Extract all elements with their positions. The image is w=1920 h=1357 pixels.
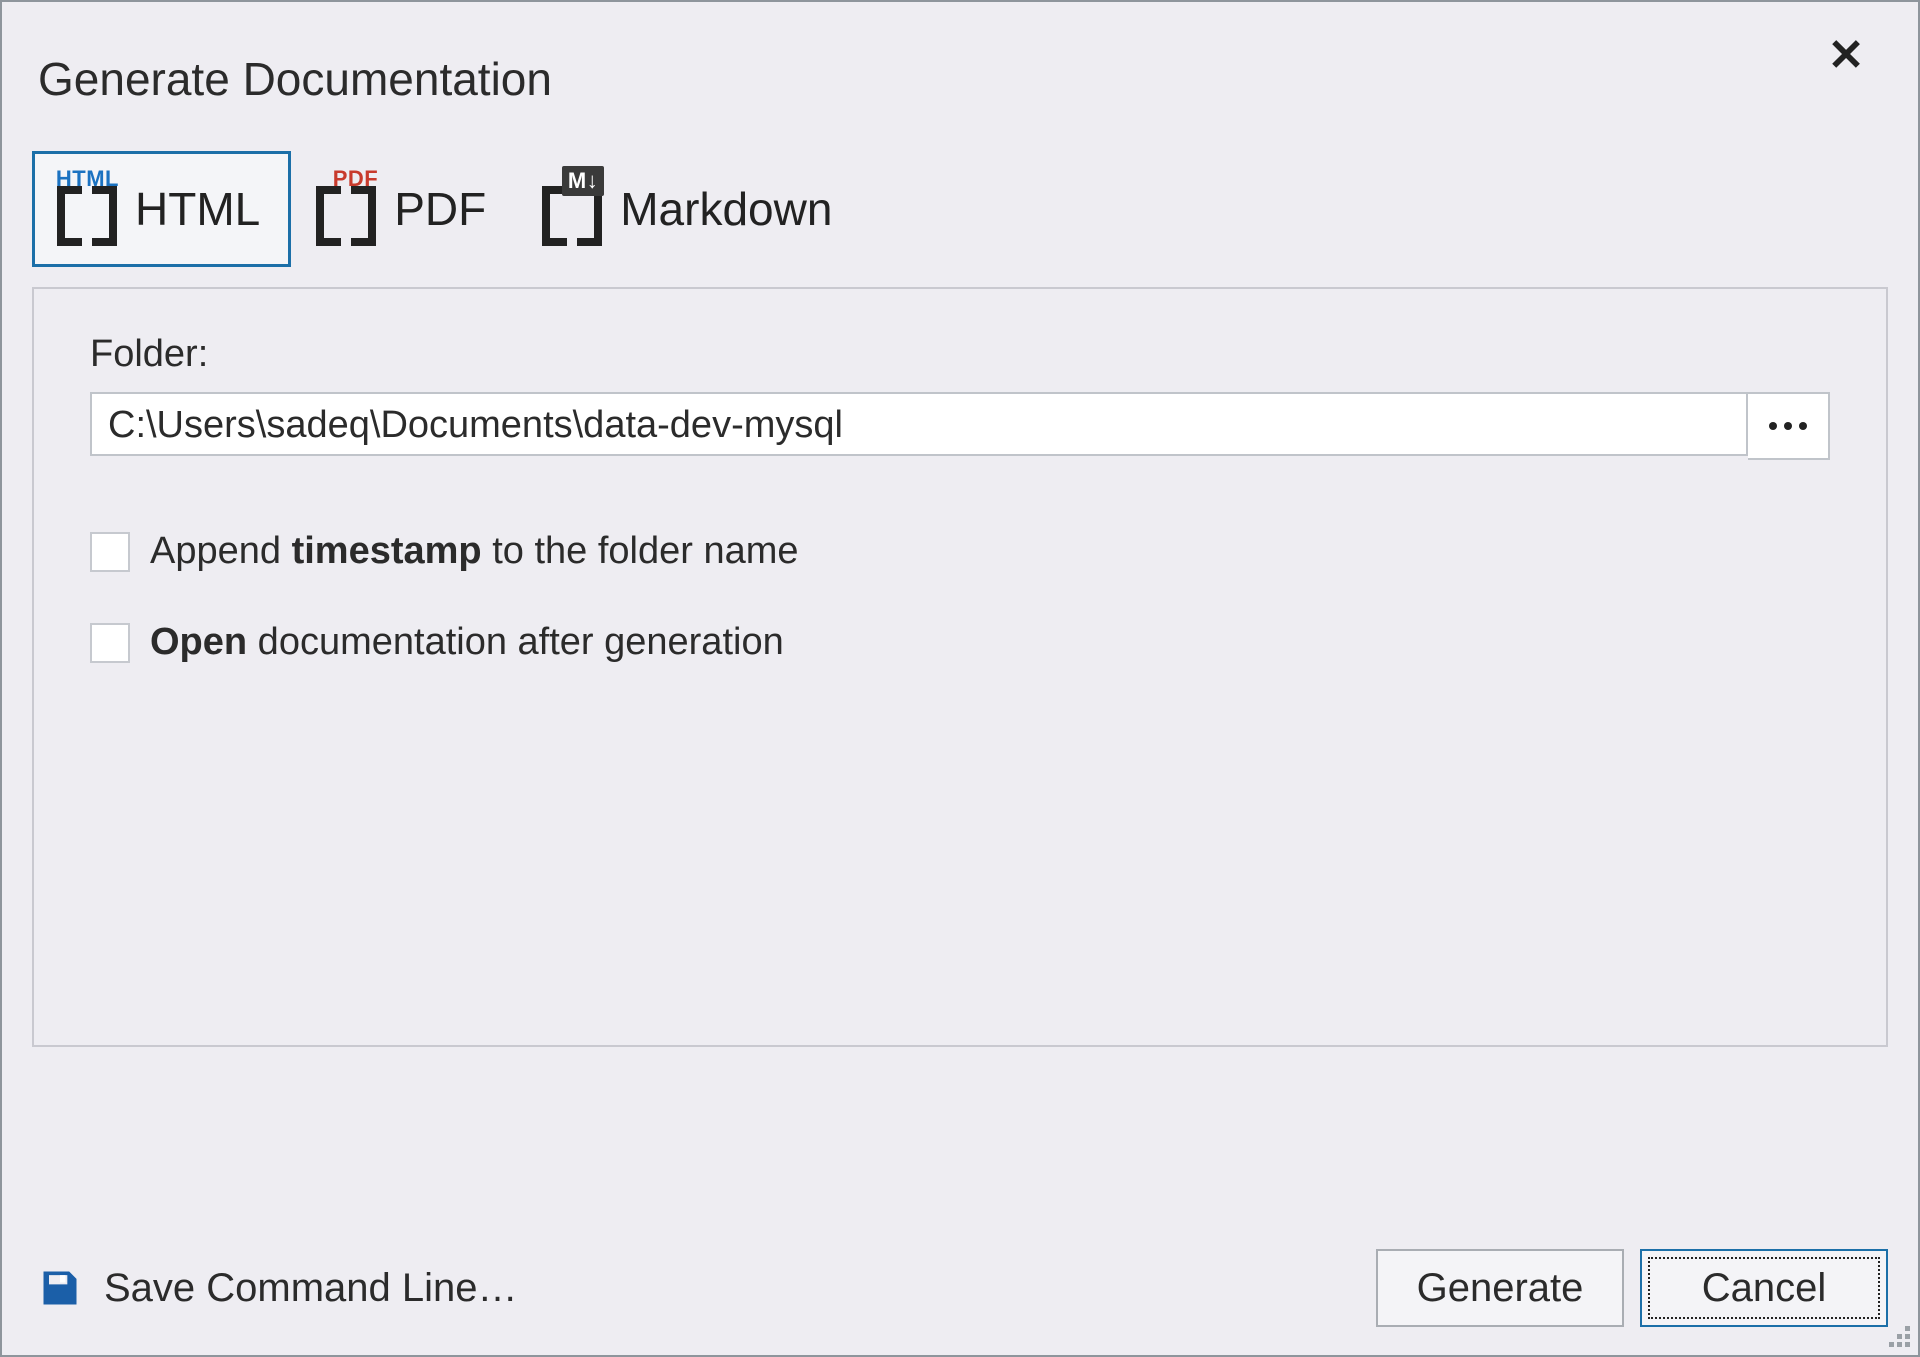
open-after-label: Open documentation after generation xyxy=(150,621,784,664)
tab-pdf[interactable]: PDF PDF xyxy=(291,151,517,267)
generate-documentation-dialog: ✕ Generate Documentation HTML HTML xyxy=(0,0,1920,1357)
open-after-option[interactable]: Open documentation after generation xyxy=(90,621,1830,664)
tab-html[interactable]: HTML HTML xyxy=(32,151,291,267)
ellipsis-icon xyxy=(1769,422,1807,430)
dialog-footer: Save Command Line… Generate Cancel xyxy=(32,1249,1888,1327)
badge-markdown: M↓ xyxy=(562,166,604,196)
browse-button[interactable] xyxy=(1748,392,1830,460)
tab-html-label: HTML xyxy=(135,182,260,236)
append-timestamp-label: Append timestamp to the folder name xyxy=(150,530,799,573)
options-panel: Folder: C:\Users\sadeq\Documents\data-de… xyxy=(32,287,1888,1047)
append-timestamp-checkbox[interactable] xyxy=(90,532,130,572)
folder-input[interactable]: C:\Users\sadeq\Documents\data-dev-mysql xyxy=(90,392,1748,456)
close-icon[interactable]: ✕ xyxy=(1824,34,1868,78)
badge-pdf: PDF xyxy=(333,166,379,192)
resize-grip[interactable] xyxy=(1884,1321,1912,1349)
file-pdf-icon: PDF xyxy=(316,172,376,246)
floppy-disk-icon xyxy=(38,1266,82,1310)
save-command-line-button[interactable]: Save Command Line… xyxy=(32,1258,524,1319)
file-html-icon: HTML xyxy=(57,172,117,246)
open-after-checkbox[interactable] xyxy=(90,623,130,663)
folder-label: Folder: xyxy=(90,333,1830,376)
dialog-title: Generate Documentation xyxy=(32,32,1888,106)
save-command-line-label: Save Command Line… xyxy=(104,1266,518,1311)
format-tabs: HTML HTML PDF PDF xyxy=(32,151,1888,267)
append-timestamp-option[interactable]: Append timestamp to the folder name xyxy=(90,530,1830,573)
file-markdown-icon: M↓ xyxy=(542,172,602,246)
generate-button[interactable]: Generate xyxy=(1376,1249,1624,1327)
badge-html: HTML xyxy=(56,166,119,192)
folder-row: C:\Users\sadeq\Documents\data-dev-mysql xyxy=(90,392,1830,460)
cancel-button[interactable]: Cancel xyxy=(1640,1249,1888,1327)
tab-pdf-label: PDF xyxy=(394,182,486,236)
tab-markdown-label: Markdown xyxy=(620,182,832,236)
tab-markdown[interactable]: M↓ Markdown xyxy=(517,151,863,267)
